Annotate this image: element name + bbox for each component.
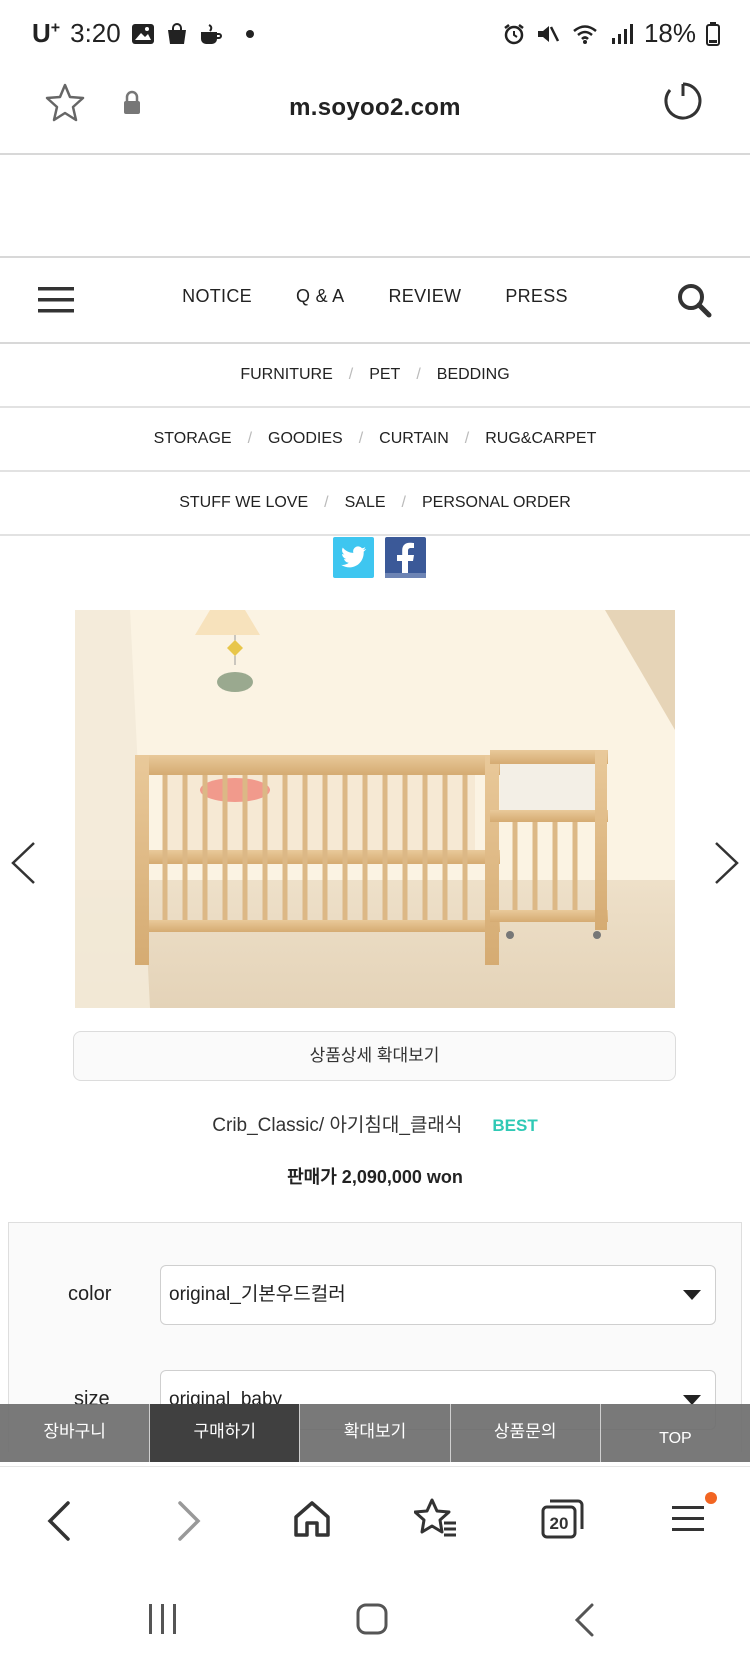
home-icon[interactable] (292, 1499, 332, 1539)
nav-link-review[interactable]: REVIEW (389, 286, 462, 307)
category-curtain[interactable]: CURTAIN (379, 430, 449, 448)
top-button[interactable]: TOP (601, 1404, 750, 1462)
status-right: 18% (502, 18, 720, 49)
product-price: 판매가 2,090,000 won (287, 1167, 463, 1187)
prev-image-arrow-icon[interactable] (8, 840, 38, 886)
alarm-icon (504, 23, 524, 44)
category-separator: / (464, 430, 470, 447)
nav-links: NOTICE Q & A REVIEW PRESS (0, 286, 750, 307)
zoom-button[interactable]: 확대보기 (300, 1404, 451, 1462)
url-text[interactable]: m.soyoo2.com (0, 94, 750, 122)
category-separator: / (401, 494, 406, 511)
product-action-bar: 장바구니 구매하기 확대보기 상품문의 TOP (0, 1404, 750, 1462)
color-option-label: color (68, 1283, 112, 1305)
browser-toolbar: 20 (0, 1466, 750, 1566)
twitter-bird-icon (341, 546, 367, 568)
nav-link-notice[interactable]: NOTICE (182, 286, 252, 307)
nav-link-press[interactable]: PRESS (505, 286, 568, 307)
coffee-cup-icon (200, 23, 222, 44)
nav-link-qa[interactable]: Q & A (296, 286, 345, 307)
category-stuff-we-love[interactable]: STUFF WE LOVE (179, 494, 308, 512)
category-furniture[interactable]: FURNITURE (240, 366, 332, 384)
product-title-line: Crib_Classic/ 아기침대_클래식 BEST (0, 1110, 750, 1137)
facebook-f-icon (385, 542, 426, 578)
carrier-label: U+ (32, 18, 61, 48)
category-row-1: FURNITURE / PET / BEDDING (0, 344, 750, 408)
product-photo (75, 610, 675, 1008)
category-pet[interactable]: PET (369, 366, 400, 384)
category-sale[interactable]: SALE (345, 494, 386, 512)
color-select[interactable]: original_기본우드컬러 (160, 1265, 716, 1325)
notification-dot-icon (245, 29, 254, 38)
search-icon[interactable] (676, 282, 712, 318)
system-navigation-bar (0, 1566, 750, 1667)
category-separator: / (247, 430, 253, 447)
gallery-icon (131, 23, 154, 44)
recent-apps-icon[interactable] (146, 1602, 180, 1636)
back-arrow-icon[interactable] (44, 1499, 74, 1543)
mute-icon (537, 25, 560, 42)
best-badge: BEST (492, 1116, 538, 1135)
reload-icon[interactable] (662, 80, 704, 122)
system-home-icon[interactable] (355, 1602, 389, 1636)
facebook-share-button[interactable] (385, 537, 426, 578)
category-row-2: STORAGE / GOODIES / CURTAIN / RUG&CARPET (0, 408, 750, 472)
system-back-icon[interactable] (572, 1602, 598, 1638)
category-bedding[interactable]: BEDDING (437, 366, 510, 384)
inquiry-button[interactable]: 상품문의 (451, 1404, 601, 1462)
category-separator: / (358, 430, 364, 447)
category-separator: / (348, 366, 354, 383)
signal-icon (611, 23, 633, 44)
zoom-detail-button[interactable]: 상품상세 확대보기 (73, 1031, 676, 1081)
browser-menu-icon[interactable] (670, 1503, 706, 1535)
cart-button[interactable]: 장바구니 (0, 1404, 151, 1462)
menu-notification-dot-icon (705, 1492, 717, 1504)
category-row-3: STUFF WE LOVE / SALE / PERSONAL ORDER (0, 472, 750, 536)
clock: 3:20 (70, 18, 121, 48)
category-separator: / (416, 366, 421, 383)
dropdown-caret-icon (683, 1290, 701, 1300)
category-personal-order[interactable]: PERSONAL ORDER (422, 494, 571, 512)
twitter-share-button[interactable] (333, 537, 374, 578)
bookmarks-icon[interactable] (414, 1497, 458, 1539)
category-storage[interactable]: STORAGE (154, 430, 232, 448)
crib-photo-illustration (75, 610, 675, 1008)
tab-count: 20 (549, 1514, 569, 1533)
forward-arrow-icon[interactable] (174, 1499, 204, 1543)
buy-button[interactable]: 구매하기 (150, 1404, 301, 1462)
color-select-value: original_기본우드컬러 (169, 1284, 346, 1305)
category-rug-carpet[interactable]: RUG&CARPET (485, 430, 596, 448)
status-left: U+ 3:20 (32, 18, 255, 49)
category-goodies[interactable]: GOODIES (268, 430, 343, 448)
wifi-icon (573, 24, 597, 44)
tabs-button[interactable]: 20 (540, 1497, 584, 1539)
next-image-arrow-icon[interactable] (712, 840, 742, 886)
battery-icon (706, 21, 720, 46)
category-separator: / (324, 494, 329, 511)
shopping-bag-icon (167, 22, 186, 44)
product-title: Crib_Classic/ 아기침대_클래식 (212, 1115, 463, 1136)
battery-percent: 18% (643, 18, 696, 48)
status-bar: U+ 3:20 18% (0, 0, 750, 70)
browser-url-bar: m.soyoo2.com (0, 70, 750, 155)
site-nav: NOTICE Q & A REVIEW PRESS (0, 256, 750, 344)
